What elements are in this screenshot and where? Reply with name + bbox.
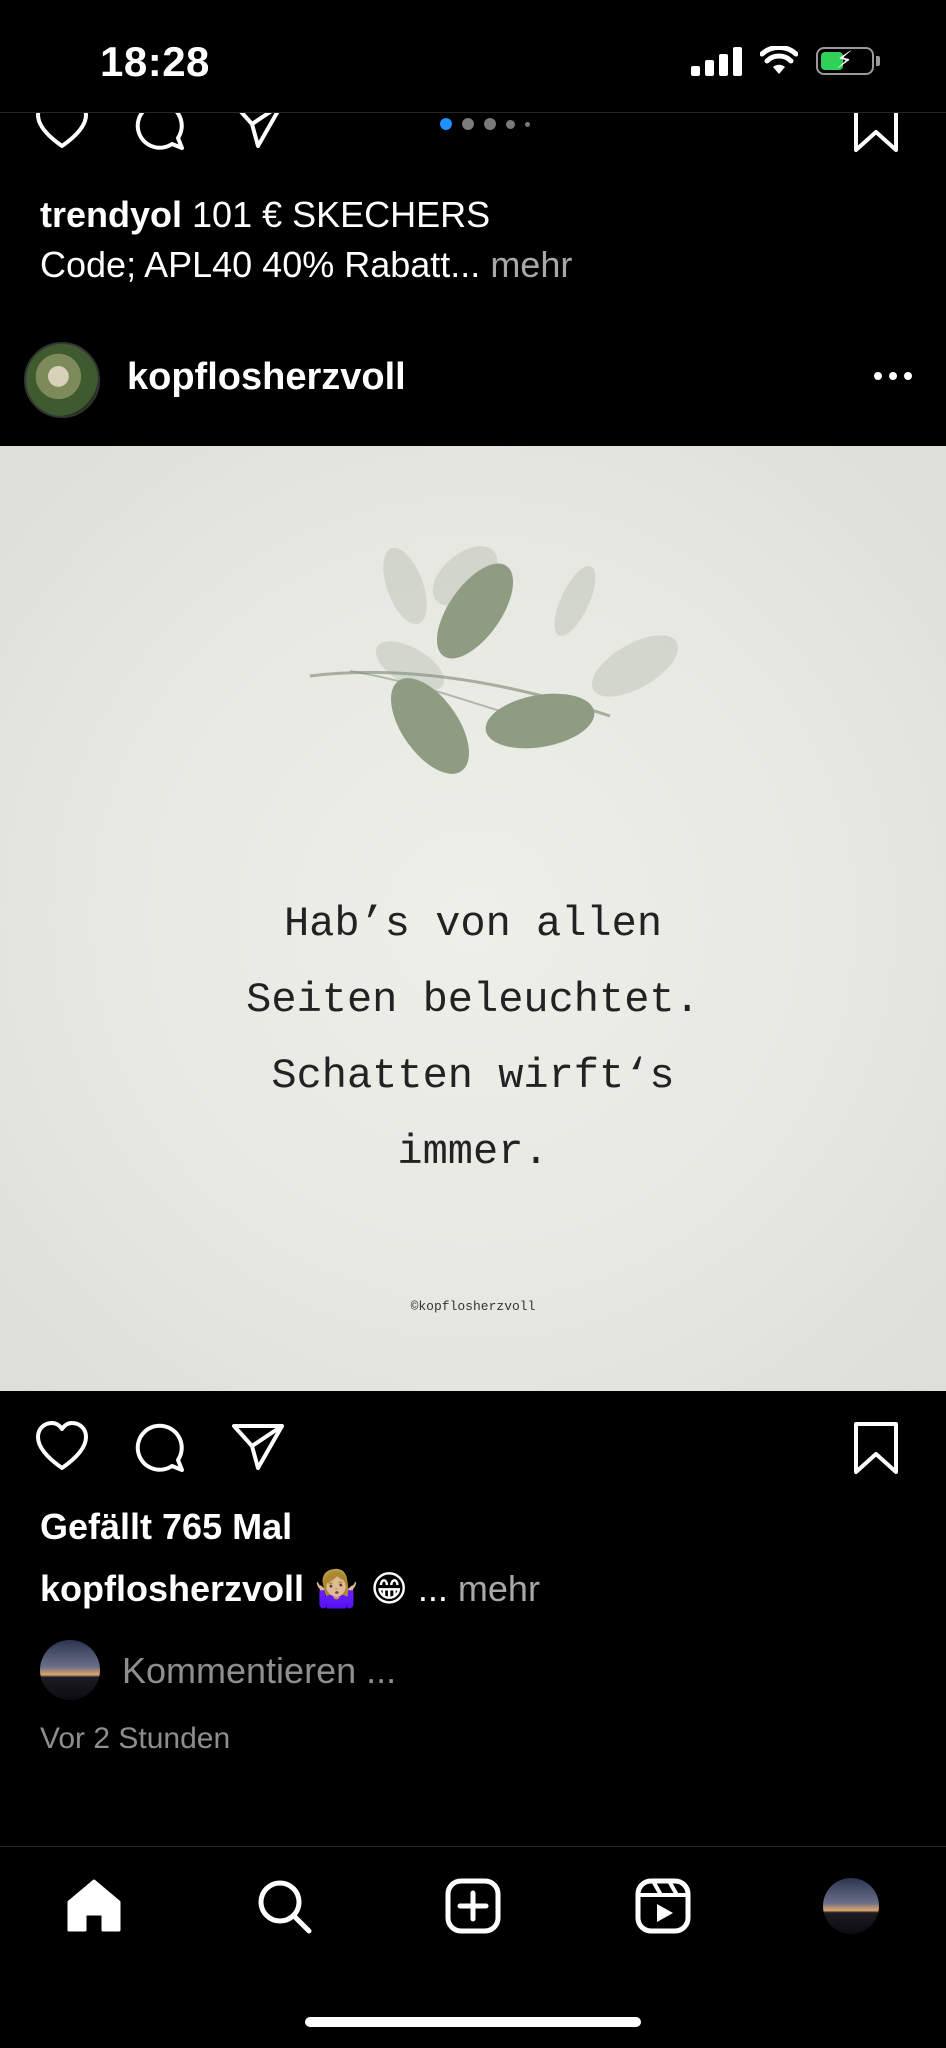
post-image[interactable]: Hab’s von allen Seiten beleuchtet. Schat…: [0, 446, 946, 1391]
heart-icon[interactable]: [32, 1418, 92, 1478]
create-icon: [445, 1878, 501, 1934]
cellular-signal-icon: [691, 46, 742, 76]
status-divider: [0, 112, 946, 113]
previous-post-caption: trendyol 101 € SKECHERS Code; APL40 40% …: [40, 190, 920, 290]
carousel-dot: [462, 118, 474, 130]
caption-text: Code; APL40 40% Rabatt...: [40, 244, 481, 285]
status-time: 18:28: [100, 38, 210, 85]
comment-bubble-icon[interactable]: [130, 1418, 190, 1478]
comment-input[interactable]: Kommentieren ...: [122, 1650, 396, 1692]
carousel-dot: [484, 118, 496, 130]
battery-charging-icon: ⚡: [816, 47, 874, 75]
quote-line: Schatten wirft‘s: [271, 1052, 675, 1100]
post-caption: kopflosherzvoll 🤷🏼‍♀️ 😁 ... mehr: [40, 1568, 540, 1610]
caption-emojis: 🤷🏼‍♀️ 😁: [314, 1569, 408, 1610]
wifi-icon: [760, 46, 798, 74]
quote-line: Seiten beleuchtet.: [246, 976, 700, 1024]
quote-line: Hab’s von allen: [283, 900, 663, 948]
tab-bar-divider: [0, 1846, 946, 1847]
status-icons-overlay: ⚡: [691, 46, 880, 76]
carousel-dot: [506, 119, 515, 129]
leaf-illustration: [309, 546, 678, 774]
quote-text: Hab’s von allen Seiten beleuchtet. Schat…: [0, 886, 946, 1190]
carousel-indicator: [440, 118, 530, 130]
likes-count[interactable]: Gefällt 765 Mal: [40, 1506, 292, 1548]
post-timestamp: Vor 2 Stunden: [40, 1722, 231, 1755]
tab-reels[interactable]: [633, 1876, 693, 1936]
home-icon: [67, 1879, 121, 1932]
reels-icon: [635, 1878, 691, 1934]
caption-text: 101 € SKECHERS: [192, 194, 491, 235]
tab-search[interactable]: [254, 1876, 314, 1936]
carousel-dot: [440, 118, 452, 130]
profile-avatar: [823, 1878, 879, 1934]
carousel-dot: [525, 121, 530, 127]
more-dots-icon[interactable]: [874, 372, 912, 380]
caption-ellipsis: ...: [417, 1568, 448, 1609]
more-link[interactable]: mehr: [458, 1568, 540, 1609]
quote-line: immer.: [397, 1128, 549, 1176]
post-author-avatar[interactable]: [24, 342, 100, 418]
tab-create[interactable]: [443, 1876, 503, 1936]
image-watermark-handle: ©kopflosherzvoll: [410, 1299, 536, 1314]
tab-home[interactable]: [64, 1876, 124, 1936]
tab-profile[interactable]: [821, 1876, 881, 1936]
bookmark-icon[interactable]: [846, 1418, 906, 1478]
caption-username[interactable]: kopflosherzvoll: [40, 1568, 304, 1609]
caption-username[interactable]: trendyol: [40, 194, 182, 235]
post-author-username[interactable]: kopflosherzvoll: [127, 356, 406, 399]
own-avatar: [40, 1640, 100, 1700]
paper-plane-icon[interactable]: [228, 1418, 288, 1478]
more-link[interactable]: mehr: [490, 244, 572, 285]
home-indicator[interactable]: [305, 2017, 641, 2027]
search-icon: [258, 1880, 312, 1934]
